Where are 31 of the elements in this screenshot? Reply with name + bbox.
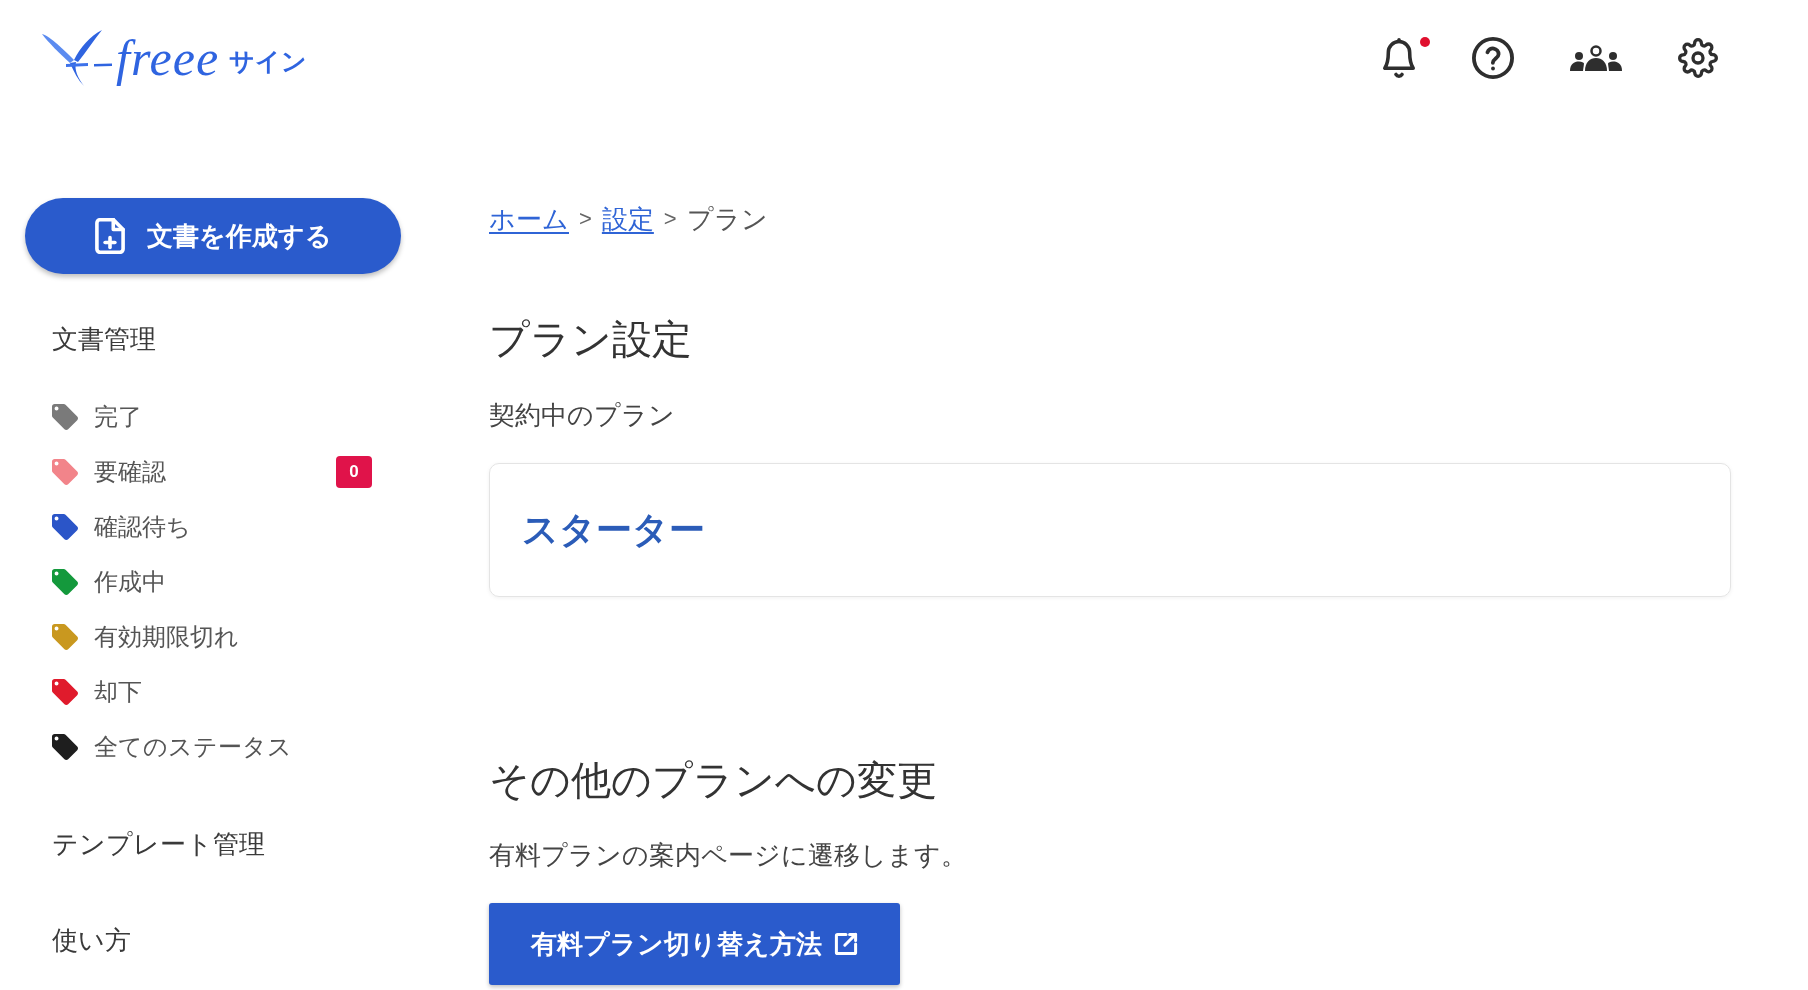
breadcrumb-link[interactable]: ホーム xyxy=(489,201,569,237)
section-title: その他のプランへの変更 xyxy=(489,757,937,804)
plan-name: スターター xyxy=(522,508,705,552)
people-icon[interactable] xyxy=(1570,45,1622,71)
logo-product-name: サイン xyxy=(229,46,308,76)
status-filter-link[interactable]: 却下 xyxy=(94,675,142,708)
status-filter-link[interactable]: 完了 xyxy=(94,400,142,433)
status-filter-link[interactable]: 作成中 xyxy=(94,565,166,598)
section-description: 有料プランの案内ページに遷移します。 xyxy=(489,839,967,872)
upgrade-guide-button[interactable]: 有料プラン切り替え方法 xyxy=(489,903,900,985)
breadcrumb-separator: > xyxy=(663,205,677,233)
sidebar-nav-link[interactable]: テンプレート管理 xyxy=(52,826,265,862)
help-icon[interactable] xyxy=(1472,37,1514,79)
breadcrumb-current: プラン xyxy=(686,203,768,236)
status-filter-link[interactable]: 有効期限切れ xyxy=(94,620,239,653)
file-plus-icon xyxy=(94,218,125,254)
breadcrumb-link[interactable]: 設定 xyxy=(601,201,654,237)
sidebar-nav-link[interactable]: 文書管理 xyxy=(52,321,156,357)
status-filter-link[interactable]: 要確認 xyxy=(94,455,166,488)
create-document-button[interactable]: 文書を作成する xyxy=(25,198,401,274)
external-link-icon xyxy=(834,932,858,956)
logo-wordmark: freee xyxy=(116,30,220,86)
field-label: 契約中のプラン xyxy=(489,399,675,432)
sidebar-nav-link[interactable]: 使い方 xyxy=(52,922,131,958)
status-filter-link[interactable]: 全てのステータス xyxy=(94,730,292,763)
settings-icon[interactable] xyxy=(1678,38,1718,78)
count-badge: 0 xyxy=(336,455,372,488)
page-title: プラン設定 xyxy=(489,316,692,363)
status-filter-link[interactable]: 確認待ち xyxy=(94,510,191,543)
breadcrumb-separator: > xyxy=(579,205,592,233)
bell-icon[interactable] xyxy=(1382,38,1416,78)
